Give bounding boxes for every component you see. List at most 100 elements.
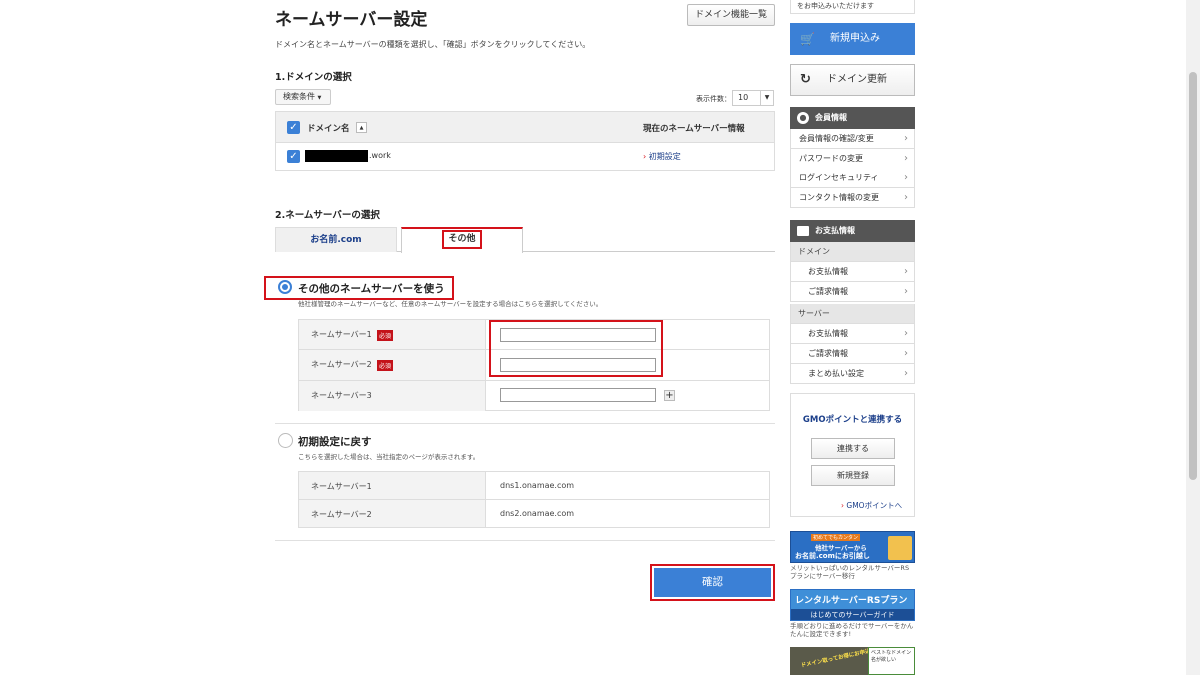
sidebar-item-label: 会員情報の確認/変更 <box>799 134 874 143</box>
chevron-right-icon: › <box>904 192 908 203</box>
default-ns1-label: ネームサーバー1 <box>311 482 372 491</box>
domain-table: ✓ ドメイン名 ▲ 現在のネームサーバー情報 ✓ .work › 初期設定 <box>275 111 775 171</box>
scrollbar-thumb[interactable] <box>1189 72 1197 480</box>
search-conditions-label: 検索条件 <box>283 92 315 101</box>
domain-renew-button[interactable]: ↻ ドメイン更新 <box>790 64 915 96</box>
select-all-checkbox[interactable]: ✓ <box>287 121 300 134</box>
card-icon <box>797 226 809 236</box>
member-panel-header: ● 会員情報 <box>790 107 915 129</box>
sidebar-item-domain-payment[interactable]: お支払情報 › <box>790 262 915 282</box>
caret-down-icon: ▼ <box>760 91 773 105</box>
chevron-right-icon: › <box>904 348 908 359</box>
caret-down-icon: ▼ <box>317 95 322 101</box>
sidebar-item-password[interactable]: パスワードの変更 › <box>790 149 915 169</box>
sidebar-item-label: まとめ払い設定 <box>808 369 864 378</box>
chevron-right-icon: › <box>904 328 908 339</box>
display-count-select[interactable]: 10 ▼ <box>732 90 774 106</box>
page-title: ネームサーバー設定 <box>275 10 428 30</box>
chevron-right-icon: › <box>904 153 908 164</box>
search-conditions-button[interactable]: 検索条件 ▼ <box>275 89 331 105</box>
gmo-points-link-label: GMOポイントへ <box>846 501 903 510</box>
sidebar-item-label: お支払情報 <box>808 267 848 276</box>
banner-rs-guide[interactable]: レンタルサーバーRSプラン はじめてのサーバーガイド <box>790 589 915 621</box>
gmo-title: GMOポイントと連携する <box>802 415 903 425</box>
tab-onamae[interactable]: お名前.com <box>275 227 397 252</box>
option-other-title: その他のネームサーバーを使う <box>298 283 445 295</box>
ns-tabs: お名前.com その他 <box>275 227 775 253</box>
divider <box>275 540 775 541</box>
chevron-right-icon: › <box>904 133 908 144</box>
payment-domain-subheader: ドメイン <box>790 242 915 262</box>
sidebar-top-text: をお申込みいただけます <box>790 0 915 14</box>
add-ns-icon[interactable]: + <box>664 390 675 401</box>
option-other-subtitle: 他社様管理のネームサーバーなど、任意のネームサーバーを設定する場合はこちらを選択… <box>298 300 603 308</box>
domain-renew-label: ドメイン更新 <box>827 74 887 85</box>
radio-default-ns[interactable] <box>278 433 293 448</box>
banner-domain-deal[interactable]: ドメイン取ってお得にお申込み! ベストなドメイン名が欲しい <box>790 647 915 675</box>
gmo-link-button[interactable]: 連携する <box>811 438 895 459</box>
display-count-label: 表示件数： <box>696 95 731 103</box>
sort-icon[interactable]: ▲ <box>356 122 367 133</box>
radio-other-ns[interactable] <box>278 280 292 294</box>
required-badge: 必須 <box>377 360 394 371</box>
payment-heading: お支払情報 <box>815 226 855 235</box>
banner-headline: 初めてでもカンタン <box>811 534 861 541</box>
user-icon: ● <box>797 112 809 124</box>
sidebar-item-contact[interactable]: コンタクト情報の変更 › <box>790 188 915 208</box>
current-ns-value: 初期設定 <box>648 152 681 161</box>
col-current-ns: 現在のネームサーバー情報 <box>643 124 745 134</box>
option-default-title: 初期設定に戻す <box>298 436 372 448</box>
payment-server-subheader: サーバー <box>790 304 915 324</box>
sidebar-item-domain-billing[interactable]: ご請求情報 › <box>790 282 915 302</box>
tab-other[interactable]: その他 <box>401 227 523 253</box>
refresh-icon: ↻ <box>800 72 811 87</box>
banner-headline: ベストなドメイン名が欲しい <box>868 647 915 675</box>
option-default-subtitle: こちらを選択した場合は、当社指定のページが表示されます。 <box>298 453 480 461</box>
domain-functions-list-button[interactable]: ドメイン機能一覧 <box>687 4 775 26</box>
payment-panel-header: お支払情報 <box>790 220 915 242</box>
chevron-right-icon: › <box>904 368 908 379</box>
chevron-right-icon: › <box>904 172 908 183</box>
ns3-label: ネームサーバー3 <box>311 391 372 400</box>
redacted-domain <box>305 150 368 162</box>
required-badge: 必須 <box>377 330 394 341</box>
default-ns2-value: dns2.onamae.com <box>500 509 575 518</box>
row-checkbox[interactable]: ✓ <box>287 150 300 163</box>
box-illustration-icon <box>888 536 912 560</box>
table-row: ネームサーバー3 + <box>299 381 769 411</box>
sidebar-item-member-info[interactable]: 会員情報の確認/変更 › <box>790 129 915 149</box>
new-order-label: 新規申込み <box>830 33 880 44</box>
ns3-input[interactable] <box>500 388 656 402</box>
gmo-points-box: GMOポイントと連携する 連携する 新規登録 › GMOポイントへ <box>790 393 915 517</box>
sidebar-item-label: パスワードの変更 <box>799 154 863 163</box>
new-order-button[interactable]: 🛒 新規申込み <box>790 23 915 55</box>
chevron-right-icon: › <box>904 266 908 277</box>
subheader-label: ドメイン <box>798 247 830 256</box>
gmo-register-button[interactable]: 新規登録 <box>811 465 895 486</box>
sidebar-item-label: コンタクト情報の変更 <box>799 193 879 202</box>
default-ns-table: ネームサーバー1 dns1.onamae.com ネームサーバー2 dns2.o… <box>298 471 770 528</box>
page-scrollbar[interactable] <box>1186 0 1200 675</box>
sidebar-item-server-billing[interactable]: ご請求情報 › <box>790 344 915 364</box>
sidebar-item-label: ご請求情報 <box>808 287 848 296</box>
sidebar-item-login-security[interactable]: ログインセキュリティ › <box>790 168 915 188</box>
chevron-right-icon: › <box>904 286 908 297</box>
sidebar-item-server-payment[interactable]: お支払情報 › <box>790 324 915 344</box>
confirm-button[interactable]: 確認 <box>650 564 775 601</box>
table-row: ネームサーバー1 dns1.onamae.com <box>299 472 769 500</box>
banner-server-migration[interactable]: 初めてでもカンタン 他社サーバーから お名前.comにお引越し <box>790 531 915 563</box>
subheader-label: サーバー <box>798 309 830 318</box>
domain-table-header: ✓ ドメイン名 ▲ 現在のネームサーバー情報 <box>276 112 774 143</box>
ns1-label: ネームサーバー1 <box>311 330 372 339</box>
cart-icon: 🛒 <box>800 32 815 46</box>
page-description: ドメイン名とネームサーバーの種類を選択し、「確認」ボタンをクリックしてください。 <box>275 40 591 49</box>
current-ns-link[interactable]: › 初期設定 <box>643 151 681 162</box>
highlight-ns-inputs <box>489 320 663 377</box>
gmo-points-link[interactable]: › GMOポイントへ <box>841 500 902 511</box>
sidebar-item-label: お支払情報 <box>808 329 848 338</box>
default-ns1-value: dns1.onamae.com <box>500 481 575 490</box>
sidebar-item-bulk-payment[interactable]: まとめ払い設定 › <box>790 364 915 384</box>
table-row: ✓ .work › 初期設定 <box>276 143 774 170</box>
domain-section-heading: 1.ドメインの選択 <box>275 72 352 83</box>
ns-section-heading: 2.ネームサーバーの選択 <box>275 210 380 221</box>
